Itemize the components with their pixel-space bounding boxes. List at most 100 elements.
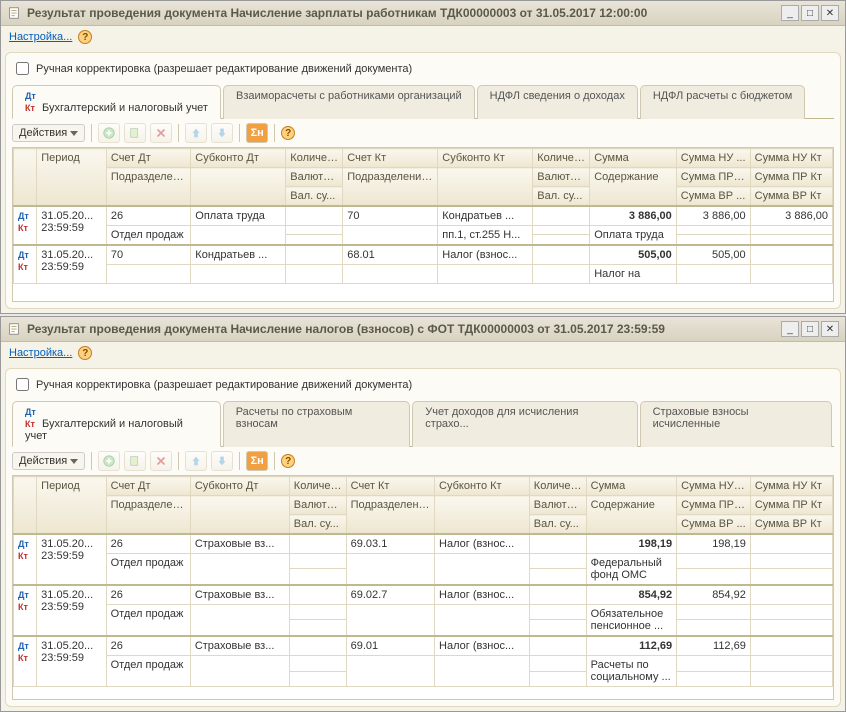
col-summa-pr-dt[interactable]: Сумма ПР ... xyxy=(676,168,750,187)
col-subkonto-dt[interactable]: Субконто Дт xyxy=(190,477,289,496)
cell-soderzh: Оплата труда xyxy=(590,226,677,246)
table-row[interactable]: Отдел продажРасчеты по социальному ... xyxy=(14,656,833,672)
dtkt-icon: ДтКт xyxy=(18,211,29,233)
col-kolich-dt[interactable]: Количес... xyxy=(289,477,346,496)
col-soderzh[interactable]: Содержание xyxy=(586,496,677,535)
dtkt-icon: ДтКт xyxy=(18,641,29,663)
help-icon[interactable]: ? xyxy=(78,346,92,360)
cell-sub-dt: Кондратьев ... xyxy=(191,245,286,265)
col-podrazd[interactable]: Подразделение Дт xyxy=(106,496,190,535)
tab-insurance-calc[interactable]: Расчеты по страховым взносам xyxy=(223,401,411,447)
move-down-button xyxy=(211,123,233,143)
col-summa-pr-dt[interactable]: Сумма ПР ... xyxy=(677,496,751,515)
table-row[interactable]: Отдел продаж пп.1, ст.255 Н... Оплата тр… xyxy=(14,226,833,235)
col-period[interactable]: Период xyxy=(37,477,106,535)
col-summa-vr-kt[interactable]: Сумма ВР Кт xyxy=(750,187,832,207)
grid-wrap[interactable]: Период Счет Дт Субконто Дт Количес... Сч… xyxy=(12,147,834,302)
sum-button[interactable]: Σн xyxy=(246,451,268,471)
close-button[interactable]: ✕ xyxy=(821,321,839,337)
col-summa-pr-kt[interactable]: Сумма ПР Кт xyxy=(750,496,832,515)
tab-settlements[interactable]: Взаиморасчеты с работниками организаций xyxy=(223,85,475,119)
document-icon xyxy=(7,322,21,336)
grid-wrap[interactable]: Период Счет Дт Субконто Дт Количес... Сч… xyxy=(12,475,834,700)
col-valsum-dt[interactable]: Вал. су... xyxy=(289,515,346,535)
table-row[interactable]: ДтКт31.05.20...23:59:5926Страховые вз...… xyxy=(14,585,833,605)
col-kolich-dt[interactable]: Количес... xyxy=(286,149,343,168)
tab-insurance-assessed[interactable]: Страховые взносы исчисленные xyxy=(640,401,832,447)
col-valsum-kt[interactable]: Вал. су... xyxy=(529,515,586,535)
table-row[interactable]: Отдел продажФедеральный фонд ОМС xyxy=(14,554,833,569)
delete-button xyxy=(150,123,172,143)
close-button[interactable]: ✕ xyxy=(821,5,839,21)
settings-link[interactable]: Настройка... xyxy=(9,347,72,359)
col-subkonto-kt[interactable]: Субконто Кт xyxy=(435,477,530,496)
col-summa[interactable]: Сумма xyxy=(590,149,677,168)
col-summa-nu-dt[interactable]: Сумма НУ ... xyxy=(677,477,751,496)
cell-sub-dt: Страховые вз... xyxy=(190,534,289,554)
col-summa-nu-dt[interactable]: Сумма НУ ... xyxy=(676,149,750,168)
col-schet-dt[interactable]: Счет Дт xyxy=(106,149,190,168)
col-kolich-kt[interactable]: Количес... xyxy=(533,149,590,168)
col-summa-nu-kt[interactable]: Сумма НУ Кт xyxy=(750,477,832,496)
col-icon[interactable] xyxy=(14,149,37,207)
maximize-button[interactable]: □ xyxy=(801,321,819,337)
cell-kt: 70 xyxy=(343,206,438,226)
table-row[interactable]: ДтКт 31.05.20...23:59:59 70 Кондратьев .… xyxy=(14,245,833,265)
col-valuta-dt[interactable]: Валюта ... xyxy=(289,496,346,515)
table-row[interactable]: Отдел продажОбязательное пенсионное ... xyxy=(14,605,833,620)
col-podrazd-dt[interactable]: Подразделение Дт xyxy=(106,168,190,207)
maximize-button[interactable]: □ xyxy=(801,5,819,21)
table-row[interactable]: ДтКт31.05.20...23:59:5926Страховые вз...… xyxy=(14,636,833,656)
col-kolich-kt[interactable]: Количес... xyxy=(529,477,586,496)
col-valuta-kt[interactable]: Валюта ... xyxy=(533,168,590,187)
manual-edit-checkbox[interactable] xyxy=(16,378,29,391)
col-summa-vr-dt[interactable]: Сумма ВР ... xyxy=(677,515,751,535)
table-row[interactable]: ДтКт31.05.20...23:59:5926Страховые вз...… xyxy=(14,534,833,554)
separator xyxy=(274,124,275,142)
tab-accounting[interactable]: ДтКт Бухгалтерский и налоговый учет xyxy=(12,85,221,119)
settings-row: Настройка... ? xyxy=(1,26,845,48)
separator xyxy=(91,124,92,142)
help-icon[interactable]: ? xyxy=(281,126,295,140)
col-summa-pr-kt[interactable]: Сумма ПР Кт xyxy=(750,168,832,187)
cell-soderzh: Федеральный фонд ОМС xyxy=(586,554,677,586)
col-schet-kt[interactable]: Счет Кт xyxy=(346,477,434,496)
settings-link[interactable]: Настройка... xyxy=(9,31,72,43)
cell-time: 23:59:59 xyxy=(41,601,84,613)
cell-date: 31.05.20... xyxy=(41,640,93,652)
col-period[interactable]: Период xyxy=(37,149,107,207)
col-subkonto-kt[interactable]: Субконто Кт xyxy=(438,149,533,168)
col-summa[interactable]: Сумма xyxy=(586,477,677,496)
table-row[interactable]: Налог на xyxy=(14,265,833,284)
col-icon[interactable] xyxy=(14,477,37,535)
col-soderzh[interactable]: Содержание xyxy=(590,168,677,207)
tab-ndfl-budget[interactable]: НДФЛ расчеты с бюджетом xyxy=(640,85,806,119)
col-valsum-dt[interactable]: Вал. су... xyxy=(286,187,343,207)
col-valuta-dt[interactable]: Валюта ... xyxy=(286,168,343,187)
col-valsum-kt[interactable]: Вал. су... xyxy=(533,187,590,207)
col-summa-nu-kt[interactable]: Сумма НУ Кт xyxy=(750,149,832,168)
help-icon[interactable]: ? xyxy=(78,30,92,44)
col-schet-dt[interactable]: Счет Дт xyxy=(106,477,190,496)
sum-button[interactable]: Σн xyxy=(246,123,268,143)
help-icon[interactable]: ? xyxy=(281,454,295,468)
col-summa-vr-kt[interactable]: Сумма ВР Кт xyxy=(750,515,832,535)
col-schet-kt[interactable]: Счет Кт xyxy=(343,149,438,168)
tab-accounting[interactable]: ДтКт Бухгалтерский и налоговый учет xyxy=(12,401,221,447)
minimize-button[interactable]: _ xyxy=(781,5,799,21)
col-podrazd-kt[interactable]: Подразделение Кт xyxy=(346,496,434,535)
minimize-button[interactable]: _ xyxy=(781,321,799,337)
tab-label: Бухгалтерский и налоговый учет xyxy=(25,418,183,442)
actions-dropdown[interactable]: Действия xyxy=(12,124,85,142)
cell-time: 23:59:59 xyxy=(41,550,84,562)
col-valuta-kt[interactable]: Валюта ... xyxy=(529,496,586,515)
col-summa-vr-dt[interactable]: Сумма ВР ... xyxy=(676,187,750,207)
tab-income-accounting[interactable]: Учет доходов для исчисления страхо... xyxy=(412,401,637,447)
table-row[interactable]: ДтКт 31.05.20...23:59:59 26 Оплата труда… xyxy=(14,206,833,226)
manual-edit-checkbox[interactable] xyxy=(16,62,29,75)
edit-button xyxy=(124,123,146,143)
col-subkonto-dt[interactable]: Субконто Дт xyxy=(191,149,286,168)
actions-dropdown[interactable]: Действия xyxy=(12,452,85,470)
tab-ndfl-income[interactable]: НДФЛ сведения о доходах xyxy=(477,85,638,119)
col-podrazd-kt[interactable]: Подразделение Кт xyxy=(343,168,438,207)
